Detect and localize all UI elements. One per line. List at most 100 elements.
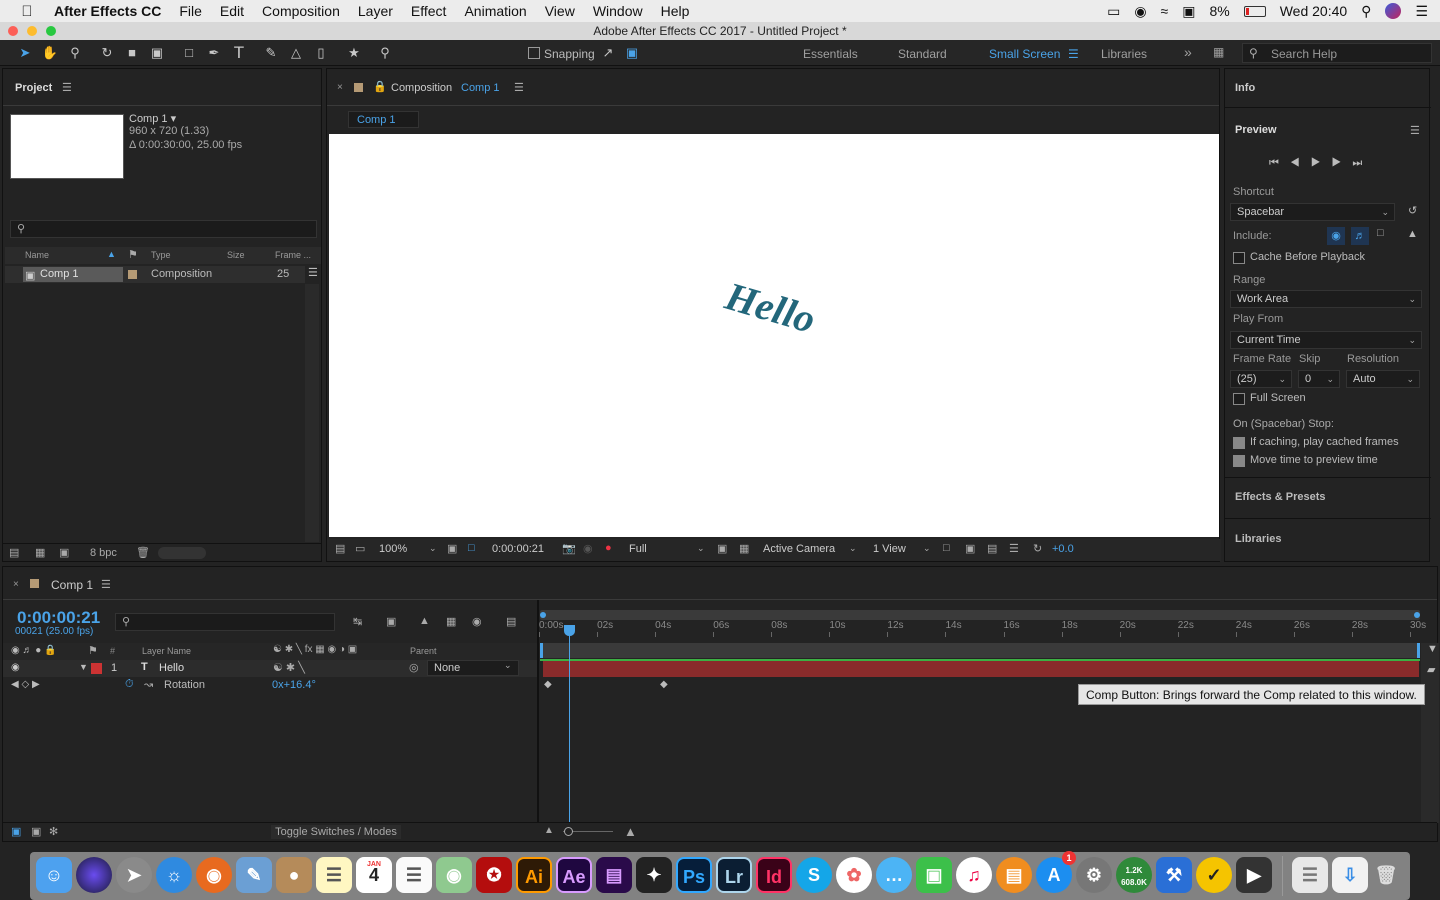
info-panel-title[interactable]: Info <box>1235 82 1255 94</box>
sort-ascending-icon[interactable]: ▲ <box>107 249 116 259</box>
range-dropdown[interactable]: Work Area ⌄ <box>1230 290 1422 308</box>
composition-menu-icon[interactable]: ☰ <box>514 81 524 94</box>
terminal-icon[interactable]: ▶ <box>1236 857 1272 893</box>
flowchart-icon[interactable]: ☰ <box>1009 542 1019 555</box>
work-area-bar[interactable] <box>540 610 1420 620</box>
project-row-comp1[interactable]: ▣ Comp 1 Composition 25 <box>5 266 305 283</box>
timeline-search-input[interactable]: ⚲ <box>115 613 335 631</box>
workspace-small-screen[interactable]: Small Screen <box>989 47 1060 61</box>
play-icon[interactable]: ▶ <box>1311 157 1332 169</box>
resolution-dropdown[interactable]: Auto ⌄ <box>1346 370 1420 388</box>
comp-button-icon[interactable]: ▼ <box>1427 643 1438 655</box>
type-tool-icon[interactable]: T <box>230 44 248 62</box>
comp-button-icon-2[interactable]: ▰ <box>1427 663 1435 676</box>
shortcut-dropdown[interactable]: Spacebar ⌄ <box>1230 203 1395 221</box>
firefox-icon[interactable]: ◉ <box>196 857 232 893</box>
search-help-field[interactable]: ⚲ Search Help <box>1242 43 1432 63</box>
monitor-icon[interactable]: ▭ <box>355 542 365 555</box>
zoom-dropdown[interactable]: 100% <box>379 543 407 555</box>
menu-file[interactable]: File <box>170 3 211 19</box>
spotlight-icon[interactable]: ⚲ <box>1361 3 1371 20</box>
wifi-icon[interactable]: ≈ <box>1161 3 1169 19</box>
show-snapshot-icon[interactable]: ◉ <box>583 542 593 555</box>
camera-tool-icon[interactable]: ■ <box>123 44 141 62</box>
layer-row[interactable]: ◉ ▼ 1 T Hello ☯ ✱ ╲ ◎ None ⌄ <box>3 660 537 677</box>
zoom-tool-icon[interactable]: ⚲ <box>66 44 84 62</box>
frame-blending-icon[interactable]: ▦ <box>446 615 456 628</box>
skype-icon[interactable]: S <box>796 857 832 893</box>
preview-panel-title[interactable]: Preview <box>1235 124 1277 136</box>
rotation-value[interactable]: 0x+16.4° <box>272 679 316 691</box>
siri-icon[interactable] <box>1385 3 1402 19</box>
chevron-down-icon[interactable]: ⌄ <box>697 543 705 554</box>
fast-previews-icon[interactable]: ▣ <box>717 542 727 555</box>
notification-center-icon[interactable]: ☰ <box>1415 3 1428 20</box>
draft-3d-icon[interactable]: ▣ <box>386 615 396 628</box>
xcode-icon[interactable]: ⚒ <box>1156 857 1192 893</box>
bit-depth-button[interactable]: 8 bpc <box>90 547 117 559</box>
premiere-icon[interactable]: ▤ <box>596 857 632 893</box>
roto-brush-tool-icon[interactable]: ★ <box>345 44 363 62</box>
playhead-handle[interactable] <box>564 625 575 636</box>
lightroom-icon[interactable]: Lr <box>716 857 752 893</box>
shy-layers-icon[interactable]: ▲ <box>419 615 430 627</box>
zoom-slider-handle[interactable] <box>564 827 573 836</box>
expand-in-out-icon[interactable]: ✻ <box>49 825 58 838</box>
chevron-down-icon[interactable]: ⌄ <box>429 543 437 554</box>
column-frame[interactable]: Frame ... <box>275 250 311 260</box>
facetime-icon[interactable]: ▣ <box>916 857 952 893</box>
keyframe-start-icon[interactable]: ◆ <box>544 679 552 690</box>
acrobat-icon[interactable]: ✪ <box>476 857 512 893</box>
clone-stamp-tool-icon[interactable]: △ <box>287 44 305 62</box>
workspace-libraries[interactable]: Libraries <box>1101 47 1147 61</box>
menu-view[interactable]: View <box>536 3 584 19</box>
collapse-triangle-icon[interactable]: ▼ <box>79 662 88 672</box>
graph-editor-icon[interactable]: ▤ <box>506 615 516 628</box>
pick-whip-icon[interactable]: ◎ <box>409 661 419 674</box>
column-type[interactable]: Type <box>151 250 171 260</box>
illustrator-icon[interactable]: Ai <box>516 857 552 893</box>
apple-icon[interactable]:  <box>0 3 54 20</box>
trash-icon[interactable]: 🗑 <box>136 546 150 559</box>
move-time-checkbox[interactable] <box>1233 455 1245 467</box>
resolution-dropdown[interactable]: Full <box>629 543 647 555</box>
menu-help[interactable]: Help <box>652 3 699 19</box>
display-icon[interactable]: ▭ <box>1107 3 1120 20</box>
new-comp-icon[interactable]: ▣ <box>59 546 69 559</box>
comp-viewer[interactable]: Hello <box>329 134 1219 537</box>
thumbnail-slider[interactable] <box>158 547 206 559</box>
composition-comp-link[interactable]: Comp 1 <box>461 82 500 94</box>
current-time-display[interactable]: 0:00:00:21 <box>492 543 544 555</box>
frame-rate-dropdown[interactable]: (25) ⌄ <box>1230 370 1292 388</box>
keyframe-navigator-icons[interactable]: ◀ ◇ ▶ <box>11 679 40 690</box>
previous-frame-icon[interactable]: ◀ <box>1290 157 1311 169</box>
rotation-tool-icon[interactable]: ↻ <box>98 44 116 62</box>
motion-blur-icon[interactable]: ◉ <box>472 615 482 628</box>
menu-effect[interactable]: Effect <box>402 3 456 19</box>
hello-text-layer[interactable]: Hello <box>720 272 821 343</box>
toggle-switches-modes[interactable]: Toggle Switches / Modes <box>271 825 401 839</box>
calendar-icon[interactable]: JAN 4 <box>356 857 392 893</box>
parent-dropdown[interactable]: None ⌄ <box>427 660 519 676</box>
notes-icon[interactable]: ☰ <box>316 857 352 893</box>
label-color-swatch[interactable] <box>128 270 137 279</box>
zoom-in-icon[interactable]: ▲ <box>624 824 637 839</box>
chevron-down-icon[interactable]: ⌄ <box>849 543 857 554</box>
project-scrollbar[interactable] <box>305 284 319 542</box>
workspace-essentials[interactable]: Essentials <box>803 47 858 61</box>
channel-icon[interactable]: ● <box>605 542 612 554</box>
keyframe-4s-icon[interactable]: ◆ <box>660 679 668 690</box>
snapshot-icon[interactable]: 📷 <box>562 542 576 555</box>
downloads-stack-icon[interactable]: ⇩ <box>1332 857 1368 893</box>
expand-transfer-controls-icon[interactable]: ▣ <box>31 825 41 838</box>
selection-tool-icon[interactable]: ➤ <box>16 44 34 62</box>
safari-icon[interactable]: ☼ <box>156 857 192 893</box>
workspace-edit-icon[interactable]: ▦ <box>1213 45 1224 59</box>
layer-name[interactable]: Hello <box>159 662 184 674</box>
close-tab-icon[interactable]: × <box>13 579 19 590</box>
finder-icon[interactable]: ☺ <box>36 857 72 893</box>
column-parent[interactable]: Parent <box>410 646 437 656</box>
column-layer-name[interactable]: Layer Name <box>142 646 191 656</box>
view-layout-dropdown[interactable]: 1 View <box>873 543 906 555</box>
preview-menu-icon[interactable]: ☰ <box>1410 124 1420 137</box>
